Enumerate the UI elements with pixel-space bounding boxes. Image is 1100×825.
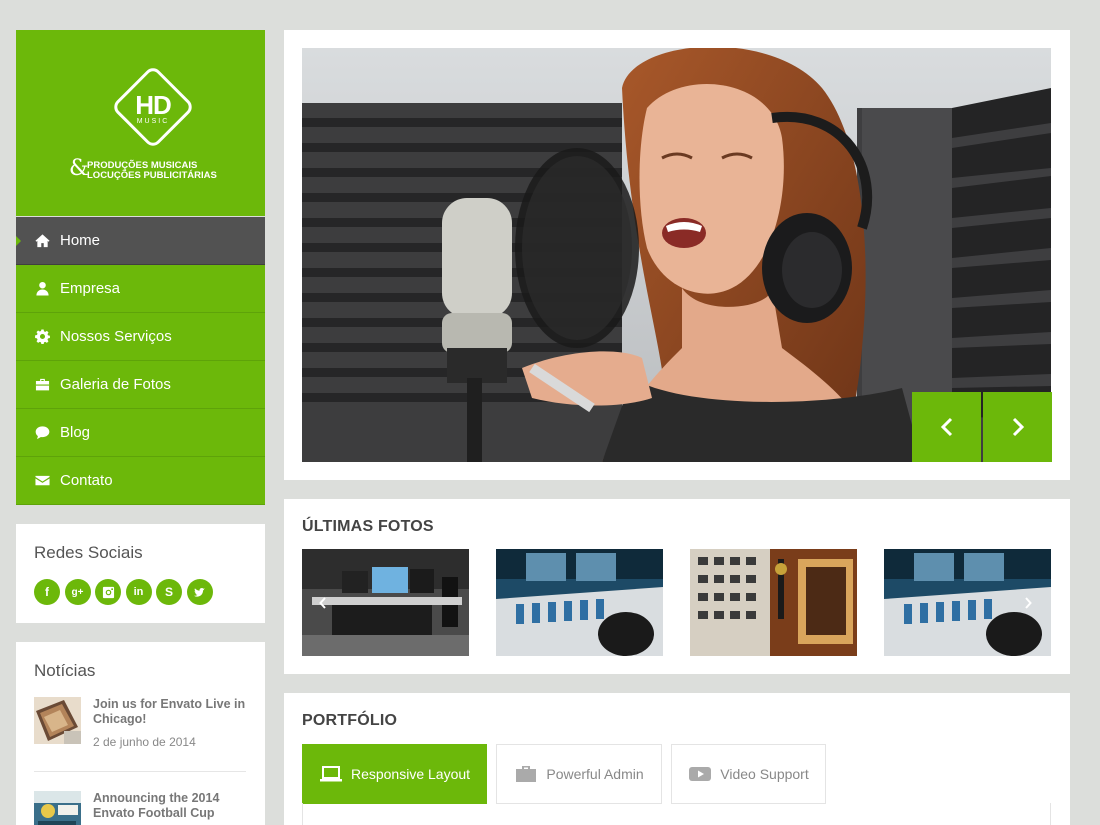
tab-label: Video Support xyxy=(720,766,809,782)
nav-item-servicos[interactable]: Nossos Serviços xyxy=(16,313,265,361)
nav-item-label: Nossos Serviços xyxy=(60,328,172,345)
user-icon xyxy=(34,281,50,297)
nav-item-label: Contato xyxy=(60,472,113,489)
logo-mark: HD xyxy=(135,90,172,120)
video-play-icon xyxy=(689,767,712,781)
laptop-icon xyxy=(319,766,342,782)
news-title[interactable]: Announcing the 2014 Envato Football Cup xyxy=(93,791,248,821)
tab-label: Responsive Layout xyxy=(350,766,471,782)
linkedin-icon[interactable]: in xyxy=(125,579,152,605)
photos-prev-button[interactable] xyxy=(317,596,329,610)
news-divider xyxy=(34,771,246,772)
comment-icon xyxy=(34,425,50,441)
news-item[interactable]: Join us for Envato Live in Chicago! 2 de… xyxy=(34,697,246,757)
briefcase-icon xyxy=(34,377,50,393)
main-nav: Home Empresa Nossos Serviços Galeria de … xyxy=(16,217,265,505)
social-icons: f g+ in S xyxy=(34,579,213,605)
nav-item-label: Empresa xyxy=(60,280,121,297)
chevron-left-icon xyxy=(940,417,952,437)
news-panel: Notícias Join us for Envato Live in Chic… xyxy=(16,642,265,825)
gear-icon xyxy=(34,329,50,345)
slider-prev-button[interactable] xyxy=(912,392,981,462)
tab-responsive-layout[interactable]: Responsive Layout xyxy=(302,744,487,804)
chevron-left-icon xyxy=(319,597,326,609)
tab-video-support[interactable]: Video Support xyxy=(671,744,826,804)
instagram-icon[interactable] xyxy=(95,579,121,605)
chevron-right-icon xyxy=(1025,597,1032,609)
tab-powerful-admin[interactable]: Powerful Admin xyxy=(496,744,662,804)
news-heading: Notícias xyxy=(34,661,96,680)
portfolio-tabs: Responsive Layout Powerful Admin Video S… xyxy=(302,744,835,804)
nav-item-contato[interactable]: Contato xyxy=(16,457,265,505)
news-thumbnail[interactable] xyxy=(34,697,81,744)
tab-label: Powerful Admin xyxy=(546,766,644,782)
photos-next-button[interactable] xyxy=(1022,596,1034,610)
news-item[interactable]: Announcing the 2014 Envato Football Cup xyxy=(34,791,246,825)
tab-content xyxy=(302,803,1051,825)
logo-panel[interactable]: HD MUSIC & PRODUÇÕES MUSICAIS LOCUÇÕES P… xyxy=(16,30,265,216)
facebook-icon[interactable]: f xyxy=(34,579,60,605)
social-panel: Redes Sociais f g+ in S xyxy=(16,524,265,623)
nav-item-label: Home xyxy=(60,232,101,249)
nav-item-empresa[interactable]: Empresa xyxy=(16,265,265,313)
nav-item-home[interactable]: Home xyxy=(16,217,265,265)
portfolio-title: PORTFÓLIO xyxy=(302,712,398,729)
news-thumbnail[interactable] xyxy=(34,791,81,825)
nav-item-label: Blog xyxy=(60,424,91,441)
skype-icon[interactable]: S xyxy=(156,579,182,605)
latest-photos-panel: ÚLTIMAS FOTOS xyxy=(284,499,1070,674)
logo-ampersand: & xyxy=(69,156,89,181)
portfolio-panel: PORTFÓLIO Responsive Layout Powerful Adm… xyxy=(284,693,1070,825)
home-icon xyxy=(34,233,50,249)
news-title[interactable]: Join us for Envato Live in Chicago! xyxy=(93,697,248,727)
briefcase-icon xyxy=(516,766,537,782)
logo-tagline-2: LOCUÇÕES PUBLICITÁRIAS xyxy=(87,170,217,181)
hero-slider-panel xyxy=(284,30,1070,480)
photo-thumbnail[interactable] xyxy=(690,549,857,656)
slider-controls xyxy=(912,392,1052,462)
photo-thumbnail[interactable] xyxy=(496,549,663,656)
logo-sub: MUSIC xyxy=(136,118,170,125)
news-date: 2 de junho de 2014 xyxy=(93,735,196,749)
google-plus-icon[interactable]: g+ xyxy=(64,579,91,605)
latest-photos-title: ÚLTIMAS FOTOS xyxy=(302,518,434,535)
twitter-icon[interactable] xyxy=(186,579,213,605)
envelope-icon xyxy=(34,473,50,489)
chevron-right-icon xyxy=(1012,417,1024,437)
nav-item-label: Galeria de Fotos xyxy=(60,376,171,393)
social-heading: Redes Sociais xyxy=(34,543,143,562)
nav-item-galeria[interactable]: Galeria de Fotos xyxy=(16,361,265,409)
slider-next-button[interactable] xyxy=(983,392,1052,462)
nav-item-blog[interactable]: Blog xyxy=(16,409,265,457)
